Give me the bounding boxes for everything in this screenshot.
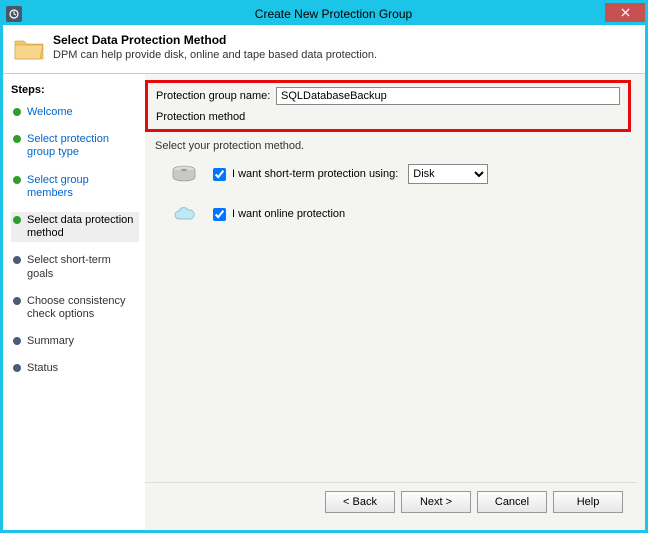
wizard-window: Create New Protection Group Select Data …	[0, 0, 648, 533]
step-short-term-goals[interactable]: Select short-term goals	[11, 252, 139, 282]
step-label: Select short-term goals	[27, 254, 137, 280]
step-label: Select data protection method	[27, 214, 137, 240]
step-dot-icon	[13, 176, 21, 184]
group-name-input[interactable]	[276, 87, 620, 105]
step-label: Welcome	[27, 106, 73, 119]
folder-icon	[13, 35, 45, 63]
header-section: Select Data Protection Method DPM can he…	[3, 25, 645, 74]
online-checkbox[interactable]	[213, 208, 226, 221]
help-button[interactable]: Help	[553, 491, 623, 513]
close-icon	[621, 8, 630, 17]
page-subtitle: DPM can help provide disk, online and ta…	[53, 49, 377, 61]
steps-heading: Steps:	[11, 84, 139, 96]
step-protection-method[interactable]: Select data protection method	[11, 212, 139, 242]
spacer	[145, 252, 637, 482]
close-button[interactable]	[605, 3, 645, 22]
highlight-box: Protection group name: Protection method	[145, 80, 631, 132]
protection-method-label: Protection method	[156, 111, 620, 123]
step-dot-icon	[13, 337, 21, 345]
step-label: Select protection group type	[27, 133, 137, 159]
app-icon	[6, 6, 22, 22]
short-term-checkbox[interactable]	[213, 168, 226, 181]
page-title: Select Data Protection Method	[53, 33, 377, 47]
step-dot-icon	[13, 364, 21, 372]
next-button[interactable]: Next >	[401, 491, 471, 513]
cancel-button[interactable]: Cancel	[477, 491, 547, 513]
short-term-label: I want short-term protection using:	[232, 168, 398, 180]
short-term-checkbox-wrap: I want short-term protection using:	[213, 168, 398, 181]
select-prompt: Select your protection method.	[155, 140, 627, 152]
protection-method-section: Select your protection method. I want sh…	[145, 132, 637, 252]
disk-icon	[171, 164, 197, 184]
short-term-media-select[interactable]: Disk	[408, 164, 488, 184]
step-label: Status	[27, 362, 58, 375]
header-text: Select Data Protection Method DPM can he…	[53, 33, 377, 63]
step-welcome[interactable]: Welcome	[11, 104, 139, 121]
online-option-row: I want online protection	[155, 204, 627, 224]
step-status[interactable]: Status	[11, 360, 139, 377]
title-bar: Create New Protection Group	[3, 3, 645, 25]
short-term-option-row: I want short-term protection using: Disk	[155, 164, 627, 184]
step-group-members[interactable]: Select group members	[11, 172, 139, 202]
steps-sidebar: Steps: Welcome Select protection group t…	[3, 74, 145, 530]
step-dot-icon	[13, 108, 21, 116]
online-label: I want online protection	[232, 208, 345, 220]
button-bar: < Back Next > Cancel Help	[145, 482, 637, 522]
main-area: Protection group name: Protection method…	[145, 74, 645, 530]
step-label: Choose consistency check options	[27, 295, 137, 321]
step-consistency-check[interactable]: Choose consistency check options	[11, 293, 139, 323]
group-name-label: Protection group name:	[156, 90, 276, 102]
step-dot-icon	[13, 135, 21, 143]
step-group-type[interactable]: Select protection group type	[11, 131, 139, 161]
body-section: Steps: Welcome Select protection group t…	[3, 74, 645, 530]
step-dot-icon	[13, 297, 21, 305]
online-checkbox-wrap: I want online protection	[213, 208, 345, 221]
step-label: Summary	[27, 335, 74, 348]
step-dot-icon	[13, 216, 21, 224]
step-label: Select group members	[27, 174, 137, 200]
window-title: Create New Protection Group	[22, 7, 645, 21]
back-button[interactable]: < Back	[325, 491, 395, 513]
group-name-row: Protection group name:	[156, 87, 620, 105]
step-summary[interactable]: Summary	[11, 333, 139, 350]
cloud-icon	[171, 204, 197, 224]
step-dot-icon	[13, 256, 21, 264]
